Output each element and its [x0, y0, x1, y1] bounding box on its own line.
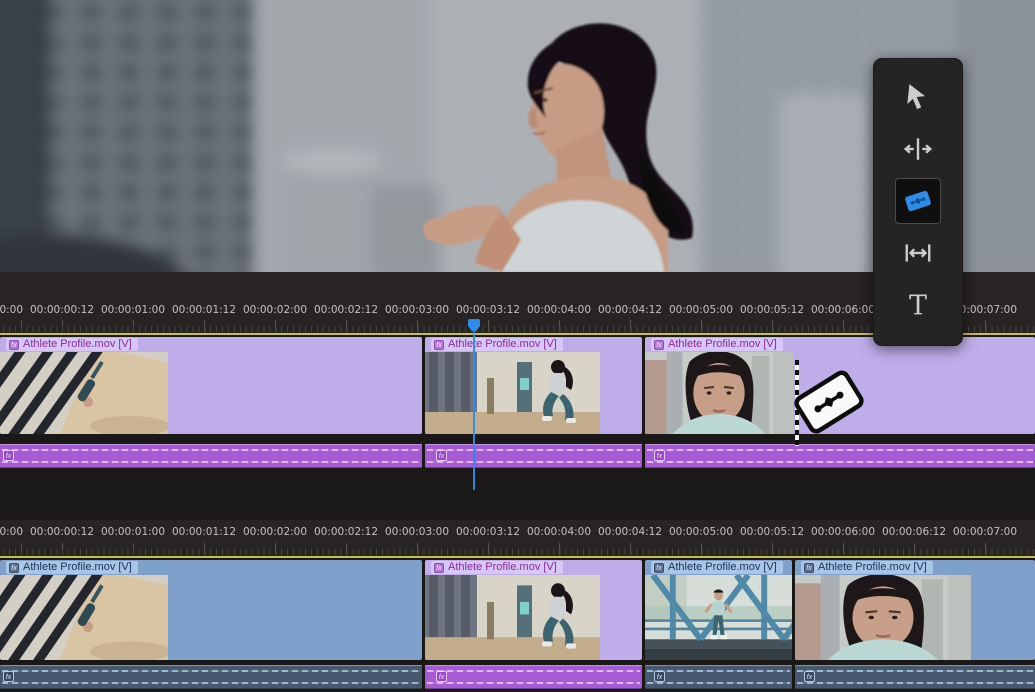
- timecode-label: 00:00:05:12: [740, 304, 804, 316]
- clip-label: Athlete Profile.mov [V]: [668, 561, 777, 574]
- audio-clip-3[interactable]: fx: [645, 444, 1035, 468]
- audio-track-a1: fx fx fx fx: [0, 665, 1035, 689]
- video-clip-1-selected[interactable]: fx Athlete Profile.mov [V]: [0, 560, 422, 660]
- clip-label: Athlete Profile.mov [V]: [818, 561, 927, 574]
- razor-cursor: [789, 366, 869, 438]
- clip-thumbnail-portrait: [795, 575, 971, 660]
- fx-badge-icon[interactable]: fx: [654, 671, 665, 682]
- timecode-label: 00:00:03:12: [456, 526, 520, 538]
- timecode-label: 00:00:02:00: [243, 526, 307, 538]
- timecode-label: 00:00:04:12: [598, 526, 662, 538]
- razor-blade-icon: [903, 186, 933, 216]
- audio-clip-1[interactable]: fx: [0, 444, 422, 468]
- slip-icon: [903, 238, 933, 268]
- video-track-v1: fx Athlete Profile.mov [V]: [0, 337, 1035, 434]
- timecode-label: 00:00:01:12: [172, 304, 236, 316]
- video-track-v1: fx Athlete Profile.mov [V]: [0, 560, 1035, 660]
- work-area-bar: [0, 556, 1035, 558]
- audio-clip-2[interactable]: fx: [425, 665, 642, 689]
- audio-clip-4-selected[interactable]: fx: [795, 665, 1035, 689]
- selection-arrow-icon: [903, 82, 933, 112]
- audio-clip-3-selected[interactable]: fx: [645, 665, 792, 689]
- audio-clip-1-selected[interactable]: fx: [0, 665, 422, 689]
- fx-badge-icon[interactable]: fx: [654, 563, 664, 573]
- fx-badge-icon[interactable]: fx: [654, 340, 664, 350]
- video-clip-2[interactable]: fx Athlete Profile.mov [V]: [425, 560, 642, 660]
- video-clip-4-selected[interactable]: fx Athlete Profile.mov [V]: [795, 560, 1035, 660]
- clip-thumbnail-rooftop-acro: [0, 352, 168, 434]
- ripple-edit-icon: [903, 134, 933, 164]
- clip-label: Athlete Profile.mov [V]: [668, 338, 777, 351]
- timecode-label: 00:00:06:12: [882, 526, 946, 538]
- clip-label: Athlete Profile.mov [V]: [23, 338, 132, 351]
- fx-badge-icon[interactable]: fx: [3, 450, 14, 461]
- type-tool-icon: T: [903, 290, 933, 320]
- type-tool[interactable]: T: [892, 279, 944, 331]
- clip-thumbnail-rooftop-acro: [0, 575, 168, 660]
- timecode-label: 00:00:02:12: [314, 304, 378, 316]
- razor-tool[interactable]: [892, 175, 944, 227]
- timecode-label: 00:00:00:00: [0, 304, 23, 316]
- selection-tool[interactable]: [892, 71, 944, 123]
- fx-badge-icon[interactable]: fx: [654, 450, 665, 461]
- clip-thumbnail-running: [425, 352, 600, 434]
- audio-track-a1: fx fx fx: [0, 444, 1035, 468]
- timecode-label: 00:00:00:00: [0, 526, 23, 538]
- fx-badge-icon[interactable]: fx: [9, 563, 19, 573]
- timecode-label: 00:00:03:00: [385, 304, 449, 316]
- video-clip-2[interactable]: fx Athlete Profile.mov [V]: [425, 337, 642, 434]
- timecode-label: 00:00:01:00: [101, 526, 165, 538]
- clip-label: Athlete Profile.mov [V]: [448, 561, 557, 574]
- timecode-label: 00:00:02:12: [314, 526, 378, 538]
- timecode-label: 00:00:05:00: [669, 304, 733, 316]
- fx-badge-icon[interactable]: fx: [3, 671, 14, 682]
- clip-label: Athlete Profile.mov [V]: [23, 561, 132, 574]
- playhead-line: [473, 334, 475, 490]
- video-editor-app: T 00:00:00:00 00:00:00:12 00:00:01:00 00…: [0, 0, 1035, 692]
- timecode-label: 00:00:03:00: [385, 526, 449, 538]
- timeline-panel-lower: 00:00:00:00 00:00:00:12 00:00:01:00 00:0…: [0, 520, 1035, 692]
- timecode-label: 00:00:04:00: [527, 304, 591, 316]
- video-clip-1[interactable]: fx Athlete Profile.mov [V]: [0, 337, 422, 434]
- timecode-label: 00:00:06:00: [811, 526, 875, 538]
- timecode-label: 00:00:01:12: [172, 526, 236, 538]
- fx-badge-icon[interactable]: fx: [804, 563, 814, 573]
- timecode-label: 00:00:06:00: [811, 304, 875, 316]
- timecode-label: 00:00:05:00: [669, 526, 733, 538]
- fx-badge-icon[interactable]: fx: [804, 671, 815, 682]
- video-clip-3-selected[interactable]: fx Athlete Profile.mov [V]: [645, 560, 792, 660]
- svg-text:T: T: [909, 291, 927, 320]
- clip-thumbnail-bridge: [645, 575, 792, 660]
- timeline-ruler[interactable]: 00:00:00:00 00:00:00:12 00:00:01:00 00:0…: [0, 520, 1035, 556]
- audio-clip-2[interactable]: fx: [425, 444, 642, 468]
- selected-tool-highlight: [895, 178, 941, 224]
- fx-badge-icon[interactable]: fx: [434, 340, 444, 350]
- timecode-label: 00:00:00:12: [30, 526, 94, 538]
- timecode-label: 00:00:01:00: [101, 304, 165, 316]
- timecode-label: 00:00:04:00: [527, 526, 591, 538]
- clip-label: Athlete Profile.mov [V]: [448, 338, 557, 351]
- timecode-label: 00:00:00:12: [30, 304, 94, 316]
- fx-badge-icon[interactable]: fx: [434, 563, 444, 573]
- timecode-label: 00:00:03:12: [456, 304, 520, 316]
- timecode-label: 00:00:07:00: [953, 526, 1017, 538]
- clip-thumbnail-running: [425, 575, 600, 660]
- timecode-label: 00:00:02:00: [243, 304, 307, 316]
- clip-thumbnail-portrait: [645, 352, 793, 434]
- fx-badge-icon[interactable]: fx: [9, 340, 19, 350]
- fx-badge-icon[interactable]: fx: [436, 671, 447, 682]
- tools-panel: T: [873, 58, 963, 346]
- fx-badge-icon[interactable]: fx: [436, 450, 447, 461]
- ruler-ticks: [0, 543, 1035, 555]
- timecode-label: 00:00:04:12: [598, 304, 662, 316]
- ripple-edit-tool[interactable]: [892, 123, 944, 175]
- slip-tool[interactable]: [892, 227, 944, 279]
- timecode-label: 00:00:05:12: [740, 526, 804, 538]
